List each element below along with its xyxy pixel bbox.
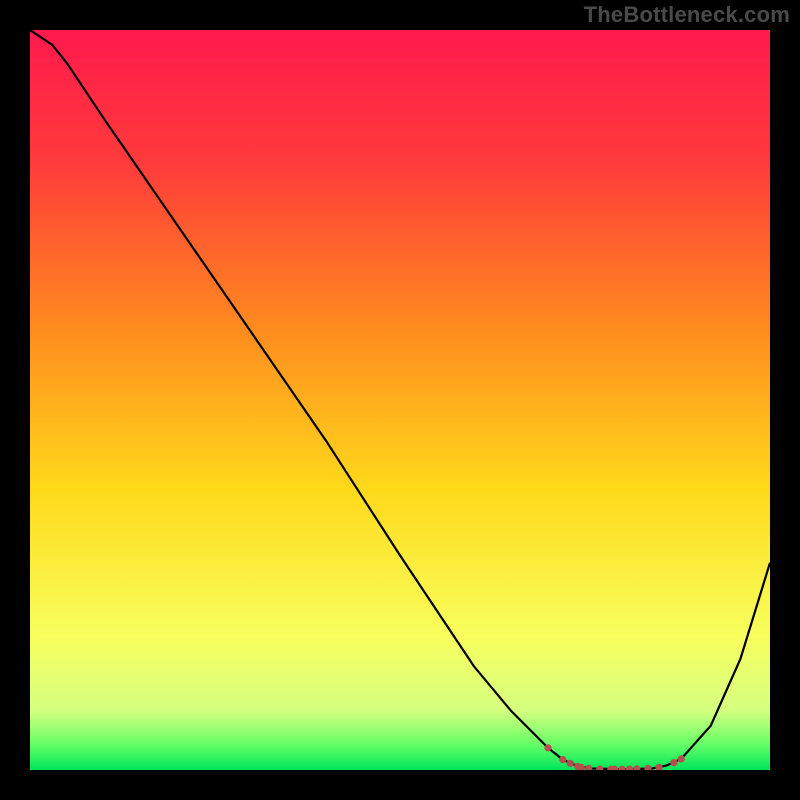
chart-svg <box>30 30 770 770</box>
optimal-dot <box>567 760 574 767</box>
watermark-text: TheBottleneck.com <box>584 2 790 28</box>
optimal-dot <box>678 755 685 762</box>
optimal-dot <box>670 759 677 766</box>
gradient-background <box>30 30 770 770</box>
optimal-dot <box>559 756 566 763</box>
optimal-dot <box>544 744 551 751</box>
chart-frame: TheBottleneck.com <box>0 0 800 800</box>
plot-area <box>30 30 770 770</box>
